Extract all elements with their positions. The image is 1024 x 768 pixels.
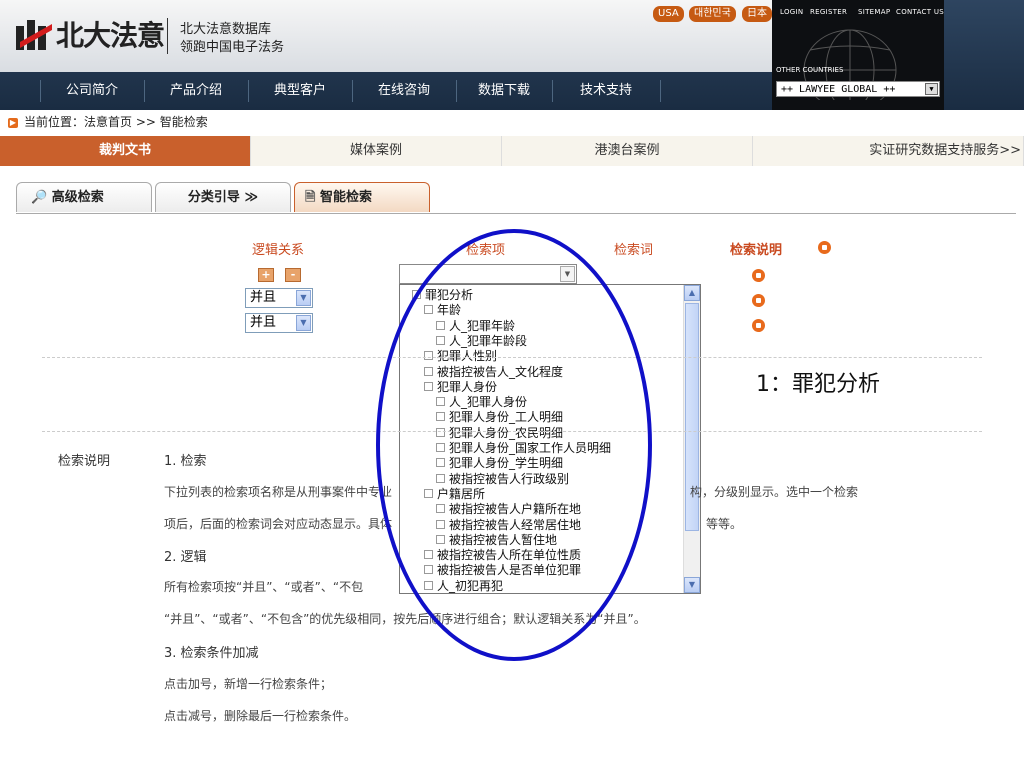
help-text-2a: 项后，后面的检索词会对应动态显示。具体 — [164, 517, 393, 531]
arrow-right-icon: ▶ — [8, 117, 18, 128]
chevron-down-icon: ≫ — [239, 190, 259, 205]
logo-area: 北大法意 北大法意数据库 领跑中国电子法务 — [0, 0, 650, 72]
chevron-down-icon[interactable]: ▼ — [296, 315, 311, 331]
help-text-1b: 构，分级别显示。选中一个检索 — [690, 485, 859, 499]
help-heading-3: 3. 检索条件加减 — [164, 646, 259, 661]
nav-support[interactable]: 技术支持 — [552, 72, 660, 110]
lang-japan[interactable]: 日本 — [742, 6, 772, 22]
row-help-icon-3[interactable] — [752, 319, 765, 332]
col-help-header: 检索说明 — [730, 243, 783, 258]
scroll-down-icon[interactable]: ▼ — [684, 577, 700, 593]
subtab-advanced-search[interactable]: 🔎 高级检索 — [16, 182, 152, 212]
lawyee-select-value: ++ LAWYEE GLOBAL ++ — [781, 84, 896, 95]
lang-usa[interactable]: USA — [653, 6, 684, 22]
annotation-oval — [376, 229, 652, 661]
help-text-6: 点击减号，删除最后一行检索条件。 — [164, 709, 357, 723]
annotation-callout: 1：罪犯分析 — [756, 372, 880, 397]
subtab-divider — [16, 213, 1016, 214]
scroll-up-icon[interactable]: ▲ — [684, 285, 700, 301]
lawyee-global-select[interactable]: ++ LAWYEE GLOBAL ++ ▼ — [776, 81, 940, 97]
chevron-down-icon[interactable]: ▼ — [925, 83, 938, 95]
document-search-icon: 🗎 — [305, 190, 316, 205]
logo-divider — [167, 18, 168, 54]
col-word-header: 检索词 — [614, 243, 654, 258]
nav-products[interactable]: 产品介绍 — [144, 72, 248, 110]
tree-scrollbar[interactable]: ▲ ▼ — [683, 285, 700, 593]
help-heading-2: 2. 逻辑 — [164, 550, 207, 565]
language-bar: USA 대한민국 日本 — [650, 0, 772, 72]
subtab-advanced-label: 高级检索 — [51, 190, 104, 205]
slogan-line2: 领跑中国电子法务 — [180, 40, 285, 55]
logo-text[interactable]: 北大法意 — [56, 14, 165, 54]
logic-select-2[interactable]: 并且 ▼ — [245, 313, 313, 333]
breadcrumb-text[interactable]: 当前位置：法意首页 >> 智能检索 — [24, 115, 208, 129]
help-heading-1: 1. 检索 — [164, 454, 207, 469]
row-help-icon-2[interactable] — [752, 294, 765, 307]
register-link[interactable]: REGISTER — [810, 8, 847, 16]
row-help-icon-1[interactable] — [752, 269, 765, 282]
tab-empirical-research[interactable]: 实证研究数据支持服务>> — [753, 136, 1024, 166]
help-text-2b: 等等。 — [706, 517, 743, 531]
col-logic-header: 逻辑关系 — [252, 243, 305, 258]
subtab-smart-search[interactable]: 🗎 智能检索 — [294, 182, 430, 212]
nav-separator — [660, 80, 661, 102]
tab-judgments[interactable]: 裁判文书 — [0, 136, 251, 166]
lang-korea[interactable]: 대한민국 — [689, 6, 736, 22]
subtab-smart-label: 智能检索 — [319, 190, 372, 205]
other-countries-label: OTHER COUNTRIES — [776, 66, 844, 74]
help-info-icon[interactable] — [818, 241, 831, 254]
main-tabs: 裁判文书 媒体案例 港澳台案例 实证研究数据支持服务>> — [0, 136, 1024, 166]
search-icon: 🔎 — [31, 190, 48, 205]
help-text-1a: 下拉列表的检索项名称是从刑事案件中专业 — [164, 485, 393, 499]
contact-link[interactable]: CONTACT US — [896, 8, 944, 16]
logic-select-2-value: 并且 — [250, 315, 277, 330]
nav-company[interactable]: 公司简介 — [40, 72, 144, 110]
breadcrumb: ▶ 当前位置：法意首页 >> 智能检索 — [8, 113, 208, 130]
logic-select-1-value: 并且 — [250, 290, 277, 305]
help-text-3: 所有检索项按“并且”、“或者”、“不包 — [164, 580, 364, 594]
logo-mark-icon — [16, 20, 52, 50]
main-nav: 公司简介 产品介绍 典型客户 在线咨询 数据下载 技术支持 — [0, 72, 772, 110]
sitemap-link[interactable]: SITEMAP — [858, 8, 890, 16]
tab-media-cases[interactable]: 媒体案例 — [251, 136, 502, 166]
nav-customers[interactable]: 典型客户 — [248, 72, 352, 110]
nav-consult[interactable]: 在线咨询 — [352, 72, 456, 110]
slogan-line1: 北大法意数据库 — [180, 22, 272, 37]
login-link[interactable]: LOGIN — [780, 8, 803, 16]
subtab-category-label: 分类引导 — [187, 190, 240, 205]
add-condition-button[interactable]: + — [258, 268, 274, 282]
logic-select-1[interactable]: 并且 ▼ — [245, 288, 313, 308]
chevron-down-icon[interactable]: ▼ — [296, 290, 311, 306]
nav-download[interactable]: 数据下载 — [456, 72, 552, 110]
tab-hk-macau-tw[interactable]: 港澳台案例 — [502, 136, 753, 166]
help-text-5: 点击加号，新增一行检索条件； — [164, 677, 333, 691]
remove-condition-button[interactable]: - — [285, 268, 301, 282]
help-section-title: 检索说明 — [58, 454, 111, 469]
subtab-category-guide[interactable]: 分类引导 ≫ — [155, 182, 291, 212]
